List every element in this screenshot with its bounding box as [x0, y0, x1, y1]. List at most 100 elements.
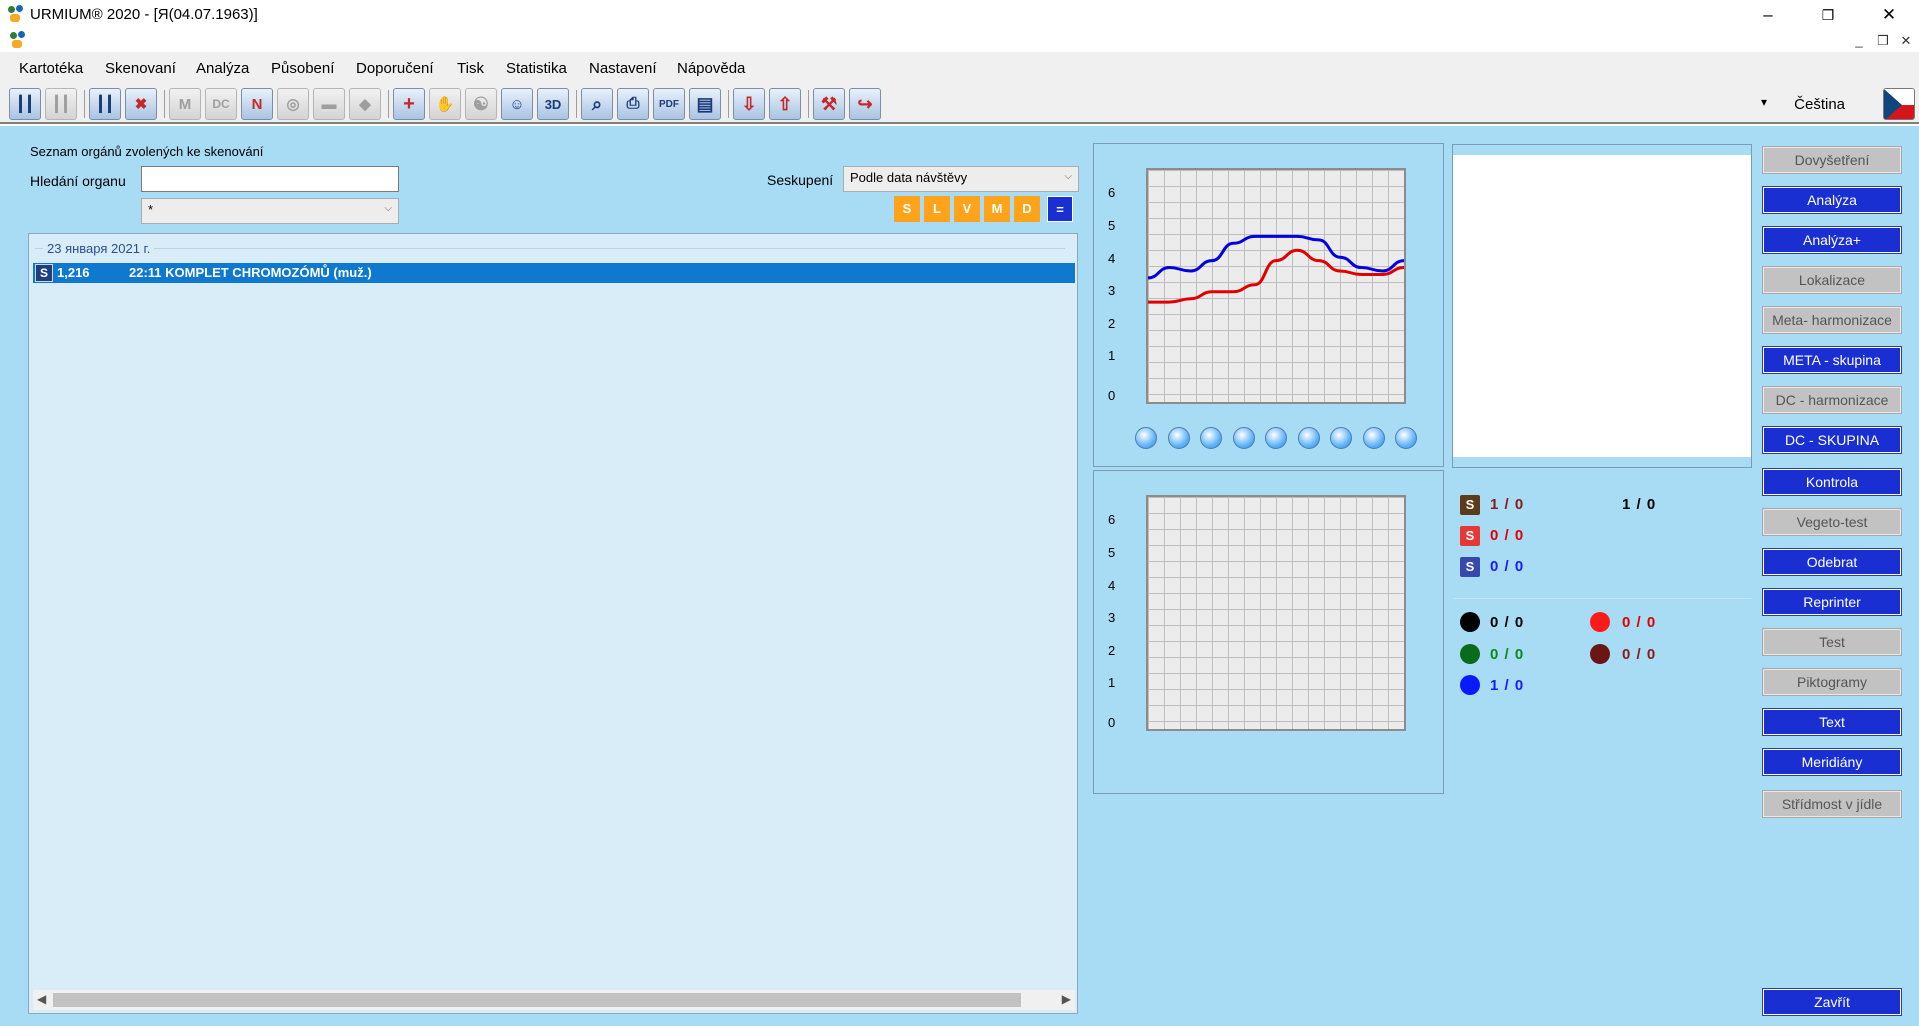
filter-d-button[interactable]: D: [1014, 196, 1040, 222]
scrollbar-thumb[interactable]: [53, 993, 1021, 1007]
black-dot-icon: [1460, 612, 1480, 632]
magnifier-icon[interactable]: ⌕: [581, 88, 613, 120]
grouping-select[interactable]: Podle data návštěvy ⌵: [843, 166, 1079, 192]
chart1-plot: [1146, 168, 1406, 404]
chart1-series-line-1: [1148, 248, 1404, 304]
maximize-button[interactable]: ❐: [1805, 0, 1851, 30]
horizontal-scrollbar[interactable]: ◀ ▶: [33, 990, 1075, 1010]
scroll-left-icon[interactable]: ◀: [37, 992, 46, 1006]
virus-icon[interactable]: [1265, 427, 1287, 449]
printer-icon[interactable]: ⎙: [617, 88, 649, 120]
mdi-minimize-button[interactable]: _: [1848, 32, 1870, 50]
stomach-icon[interactable]: [1298, 427, 1320, 449]
export-icon[interactable]: ⇧: [769, 88, 801, 120]
organ-list[interactable]: 23 января 2021 г. S 1,216 22:11 KOMPLET …: [28, 233, 1078, 1014]
filter-s-button[interactable]: S: [894, 196, 920, 222]
add-medical-icon[interactable]: +: [393, 88, 425, 120]
bug-icon[interactable]: [1330, 427, 1352, 449]
menu-pusobeni[interactable]: Působení: [271, 60, 334, 77]
list-item[interactable]: S 1,216 22:11 KOMPLET CHROMOZÓMŮ (muž.): [33, 263, 1075, 283]
joint-icon[interactable]: [1233, 427, 1255, 449]
filter-m-button[interactable]: M: [984, 196, 1010, 222]
menu-kartoteka[interactable]: Kartotéka: [19, 60, 83, 77]
group-divider: [35, 248, 1065, 249]
toolbar-separator: [84, 90, 85, 118]
menu-analyza[interactable]: Analýza: [196, 60, 249, 77]
meridiany-button[interactable]: Meridiány: [1762, 748, 1902, 776]
scroll-right-icon[interactable]: ▶: [1062, 992, 1071, 1006]
menu-tisk[interactable]: Tisk: [457, 60, 484, 77]
notes-box[interactable]: [1452, 144, 1752, 468]
scan-group-icon[interactable]: ┃┃: [9, 88, 41, 120]
import-icon[interactable]: ⇩: [733, 88, 765, 120]
lung-icon[interactable]: [1135, 427, 1157, 449]
menu-skenovani[interactable]: Skenovaní: [105, 60, 176, 77]
minimize-button[interactable]: –: [1745, 0, 1791, 30]
menu-napoveda[interactable]: Nápověda: [677, 60, 745, 77]
mdi-close-button[interactable]: ✕: [1895, 32, 1917, 50]
body-scan-icon[interactable]: ┃┃: [89, 88, 121, 120]
piktogramy-button[interactable]: Piktogramy: [1762, 668, 1902, 696]
notes-bottom-strip: [1453, 457, 1751, 467]
group-date-header[interactable]: 23 января 2021 г.: [43, 241, 155, 256]
book-icon[interactable]: ▤: [689, 88, 721, 120]
tools-icon[interactable]: ⚒: [813, 88, 845, 120]
hand-icon[interactable]: ✋: [429, 88, 461, 120]
menu-doporuceni[interactable]: Doporučení: [356, 60, 434, 77]
yin-yang-icon[interactable]: ☯: [465, 88, 497, 120]
nerve-icon[interactable]: [1168, 427, 1190, 449]
language-dropdown-arrow[interactable]: ▾: [1761, 95, 1767, 109]
drop-icon[interactable]: [1363, 427, 1385, 449]
pdf-mail-icon[interactable]: PDF: [653, 88, 685, 120]
filter-v-button[interactable]: V: [954, 196, 980, 222]
exit-icon[interactable]: ↪: [849, 88, 881, 120]
test-button[interactable]: Test: [1762, 628, 1902, 656]
close-button[interactable]: Zavřít: [1762, 988, 1902, 1016]
kontrola-button[interactable]: Kontrola: [1762, 468, 1902, 496]
vegeto-test-button[interactable]: Vegeto-test: [1762, 508, 1902, 536]
organ-filter-select[interactable]: * ⌵: [141, 198, 399, 224]
folder-icon[interactable]: ▬: [313, 88, 345, 120]
food-icon[interactable]: ◎: [277, 88, 309, 120]
drop-icon[interactable]: ◆: [349, 88, 381, 120]
close-window-button[interactable]: ✕: [1866, 0, 1912, 30]
menu-bar: Kartotéka Skenovaní Analýza Působení Dop…: [0, 52, 1919, 84]
text-button[interactable]: Text: [1762, 708, 1902, 736]
lokalizace-button[interactable]: Lokalizace: [1762, 266, 1902, 294]
analyza-button[interactable]: Analýza: [1762, 186, 1902, 214]
body-view-icon[interactable]: ☺: [501, 88, 533, 120]
meta-skupina-button[interactable]: META - skupina: [1762, 346, 1902, 374]
grouping-value: Podle data návštěvy: [850, 170, 968, 185]
odebrat-button[interactable]: Odebrat: [1762, 548, 1902, 576]
brain-icon[interactable]: [1395, 427, 1417, 449]
stridmost-v-jidle-button[interactable]: Střídmost v jídle: [1762, 790, 1902, 818]
dc-icon[interactable]: DC: [205, 88, 237, 120]
filter-equal-button[interactable]: =: [1047, 196, 1073, 222]
blue-dot-icon: [1460, 675, 1480, 695]
sweat-icon[interactable]: [1200, 427, 1222, 449]
scan-compare-icon[interactable]: ┃┃: [45, 88, 77, 120]
language-selector[interactable]: Čeština: [1794, 96, 1845, 113]
reprinter-button[interactable]: Reprinter: [1762, 588, 1902, 616]
organ-search-input[interactable]: [141, 166, 399, 192]
dc-skupina-button[interactable]: DC - SKUPINA: [1762, 426, 1902, 454]
analyza-plus-button[interactable]: Analýza+: [1762, 226, 1902, 254]
brown-dot-icon: [1590, 644, 1610, 664]
chart1-ytick: 5: [1108, 218, 1116, 233]
toolbar: ┃┃ ┃┃ ┃┃ ✖ M DC N ◎ ▬ ◆ + ✋ ☯ ☺ 3D ⌕ ⎙ P…: [0, 84, 1919, 124]
dovysetreni-button[interactable]: Dovyšetření: [1762, 146, 1902, 174]
mdi-restore-button[interactable]: ❒: [1872, 32, 1894, 50]
meta-harmonizace-button[interactable]: Meta- harmonizace: [1762, 306, 1902, 334]
menu-nastaveni[interactable]: Nastavení: [589, 60, 657, 77]
neo-chart-icon[interactable]: N: [241, 88, 273, 120]
3d-icon[interactable]: 3D: [537, 88, 569, 120]
filter-l-button[interactable]: L: [924, 196, 950, 222]
meta-icon[interactable]: M: [169, 88, 201, 120]
chart2-ytick: 1: [1108, 675, 1116, 690]
organ-cancel-icon[interactable]: ✖: [125, 88, 157, 120]
czech-flag-icon[interactable]: [1883, 88, 1915, 120]
s-black-count: 1 / 0: [1490, 496, 1525, 513]
title-bar: URMIUM® 2020 - [Я(04.07.1963)] – ❐ ✕: [0, 0, 1919, 30]
menu-statistika[interactable]: Statistika: [506, 60, 567, 77]
dc-harmonizace-button[interactable]: DC - harmonizace: [1762, 386, 1902, 414]
